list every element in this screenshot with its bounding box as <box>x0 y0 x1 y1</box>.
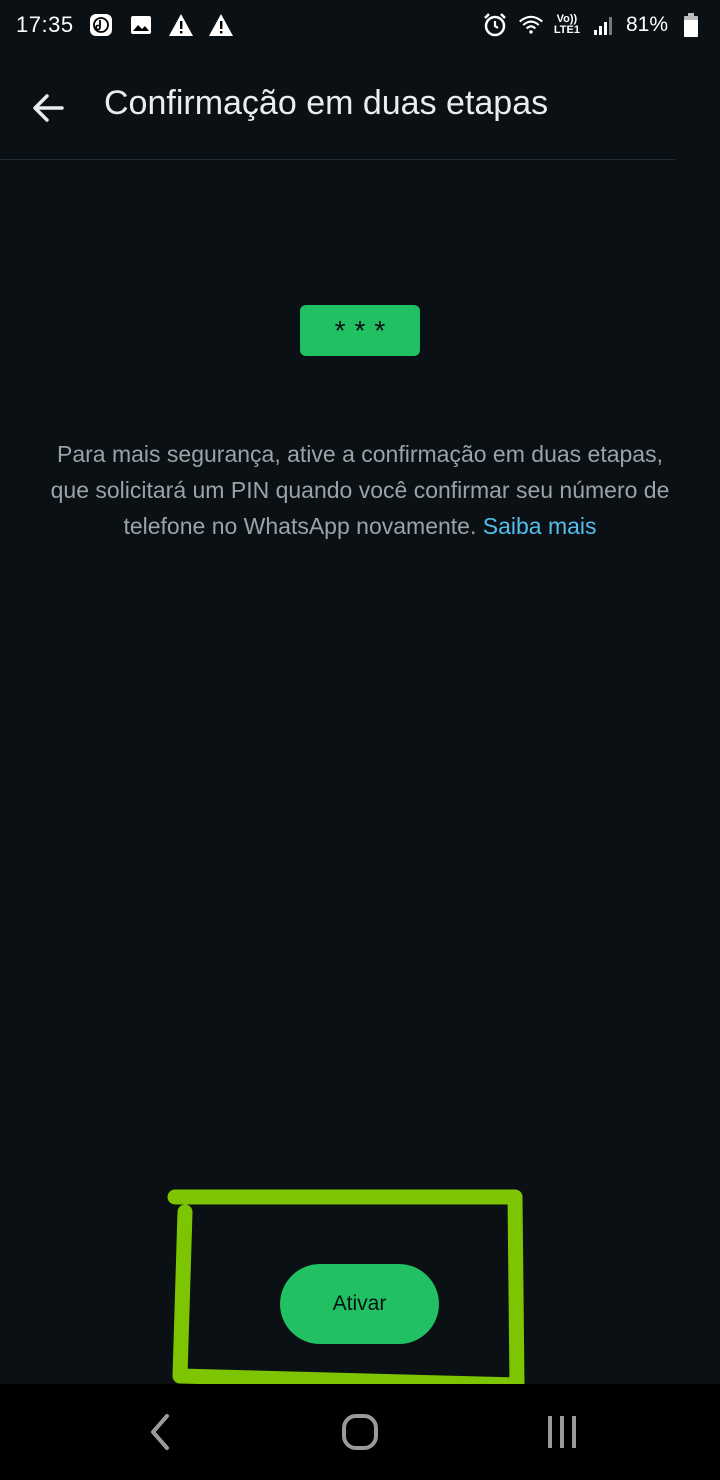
image-icon <box>128 12 154 38</box>
battery-icon <box>678 12 704 38</box>
battery-percentage: 81% <box>625 13 668 36</box>
navigation-bar <box>0 1384 720 1480</box>
description: Para mais segurança, ative a confirmação… <box>40 436 680 544</box>
music-note-icon <box>88 12 114 38</box>
status-bar: 17:35 Vo)) LTE1 81% <box>0 0 720 50</box>
arrow-left-icon <box>33 94 64 122</box>
annotation-highlight <box>167 1189 525 1393</box>
volte-indicator: Vo)) LTE1 <box>554 14 580 36</box>
screen: 17:35 Vo)) LTE1 81% Confirmação em duas … <box>0 0 720 1480</box>
warning-icon <box>168 12 194 38</box>
volte-bottom-text: LTE1 <box>553 24 580 36</box>
alarm-icon <box>482 12 508 38</box>
home-nav-icon[interactable] <box>330 1404 390 1460</box>
page-title: Confirmação em duas etapas <box>104 84 549 122</box>
status-left: 17:35 <box>16 12 234 38</box>
app-header: Confirmação em duas etapas <box>0 50 720 160</box>
wifi-icon <box>518 12 544 38</box>
signal-icon <box>590 12 616 38</box>
recents-nav-icon[interactable] <box>532 1404 592 1460</box>
header-divider <box>0 159 675 160</box>
warning-icon <box>208 12 234 38</box>
status-right: Vo)) LTE1 81% <box>482 12 704 38</box>
back-button[interactable] <box>20 80 76 136</box>
status-time: 17:35 <box>16 12 74 37</box>
back-nav-icon[interactable] <box>130 1404 190 1460</box>
pin-illustration: *** <box>300 305 420 356</box>
activate-button[interactable]: Ativar <box>280 1264 439 1344</box>
learn-more-link[interactable]: Saiba mais <box>483 513 597 539</box>
